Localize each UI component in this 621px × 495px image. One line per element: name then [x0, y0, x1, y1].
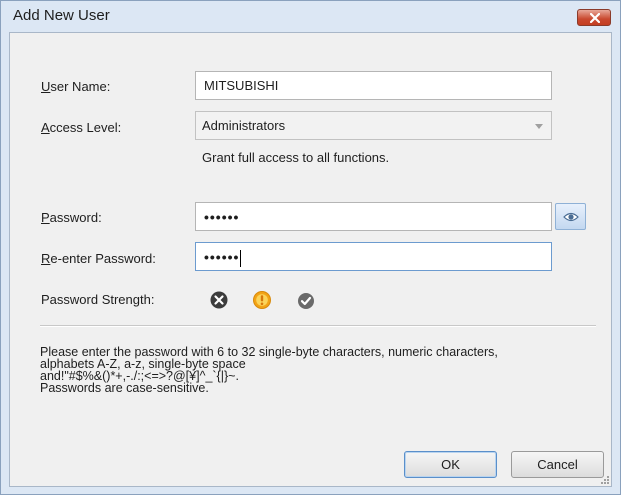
close-icon — [590, 13, 600, 23]
reenter-password-value: •••••• — [204, 249, 240, 265]
resize-grip-icon[interactable] — [599, 474, 609, 484]
password-input[interactable]: •••••• — [195, 202, 552, 231]
window-title: Add New User — [13, 7, 110, 24]
user-name-input[interactable]: MITSUBISHI — [195, 71, 552, 100]
user-name-value: MITSUBISHI — [204, 78, 279, 93]
access-level-select[interactable]: Administrators — [195, 111, 552, 140]
chevron-down-icon — [535, 124, 543, 129]
eye-icon — [563, 212, 579, 222]
user-name-label: User Name: — [41, 79, 111, 94]
show-password-button[interactable] — [555, 203, 586, 230]
dialog-body: User Name: MITSUBISHI Access Level: Admi… — [9, 32, 612, 487]
access-level-label: Access Level: — [41, 120, 122, 135]
access-level-value: Administrators — [202, 118, 286, 133]
access-level-description: Grant full access to all functions. — [202, 150, 390, 165]
dialog-window: Add New User User Name: MITSUBISHI Acces… — [0, 0, 621, 495]
title-bar[interactable]: Add New User — [1, 1, 620, 32]
cancel-button[interactable]: Cancel — [511, 451, 604, 478]
check-circle-icon — [298, 293, 314, 309]
ok-button[interactable]: OK — [404, 451, 497, 478]
reenter-password-label: Re-enter Password: — [41, 251, 156, 266]
case-sensitive-note: Passwords are case-sensitive. — [40, 381, 209, 395]
reenter-password-input[interactable]: •••••• — [195, 242, 552, 271]
divider — [40, 325, 596, 327]
text-caret — [240, 250, 242, 268]
password-label: Password: — [41, 210, 102, 225]
exclamation-circle-icon — [253, 291, 271, 309]
password-value: •••••• — [204, 209, 240, 225]
close-button[interactable] — [577, 9, 611, 26]
password-strength-label: Password Strength: — [41, 292, 155, 307]
x-circle-icon — [210, 291, 228, 309]
